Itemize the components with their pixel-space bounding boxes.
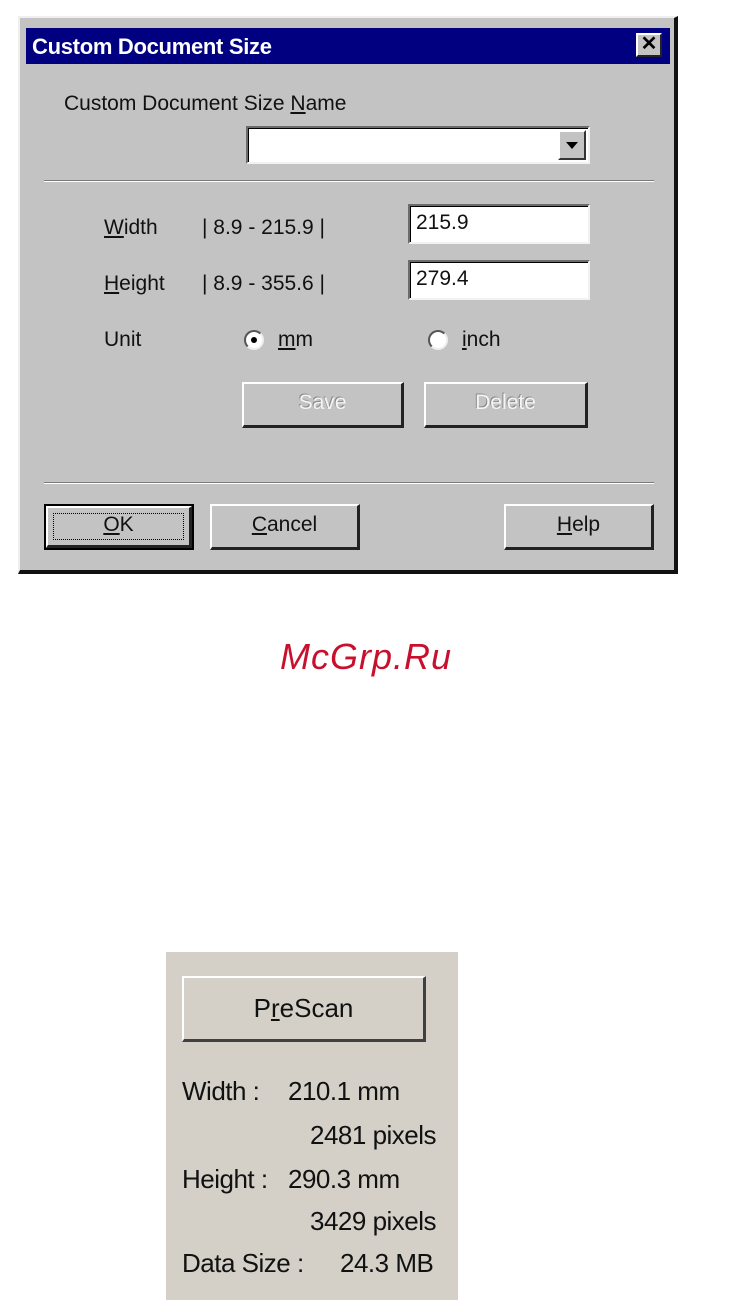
scan-width-pixels: 2481 pixels [310, 1120, 437, 1150]
width-value: 215.9 [416, 211, 469, 234]
scan-width-mm: 210.1 mm [288, 1076, 400, 1106]
scan-width-label: Width : [182, 1076, 260, 1106]
height-input[interactable]: 279.4 [408, 260, 590, 300]
document-name-combobox[interactable] [246, 126, 590, 164]
scan-info-panel: PreScan Width : 210.1 mm 2481 pixels Hei… [166, 952, 458, 1300]
width-range: | 8.9 - 215.9 | [202, 216, 325, 239]
title-bar[interactable]: Custom Document Size ✕ [26, 28, 670, 64]
scan-height-pixels: 3429 pixels [310, 1206, 437, 1236]
save-button[interactable]: Save [242, 382, 404, 428]
data-size-value: 24.3 MB [340, 1248, 434, 1278]
unit-inch-label[interactable]: inch [462, 328, 501, 352]
scan-height-mm: 290.3 mm [288, 1164, 400, 1194]
close-button[interactable]: ✕ [636, 33, 662, 57]
unit-inch-radio[interactable] [428, 330, 448, 350]
height-label: Height [104, 272, 165, 295]
unit-label: Unit [104, 328, 142, 351]
ok-button[interactable]: OK [44, 504, 194, 550]
separator-top [44, 180, 654, 182]
width-input[interactable]: 215.9 [408, 204, 590, 244]
delete-button[interactable]: Delete [424, 382, 588, 428]
watermark-text: McGrp.Ru [280, 636, 453, 677]
width-label: Width [104, 216, 158, 239]
close-icon: ✕ [640, 33, 658, 55]
unit-mm-label[interactable]: mm [278, 328, 313, 352]
height-value: 279.4 [416, 267, 469, 290]
cancel-button[interactable]: Cancel [210, 504, 360, 550]
dialog-title: Custom Document Size [32, 34, 272, 59]
separator-bottom [44, 482, 654, 484]
prescan-button[interactable]: PreScan [182, 976, 426, 1042]
scan-height-label: Height : [182, 1164, 268, 1194]
height-range: | 8.9 - 355.6 | [202, 272, 325, 295]
custom-document-size-dialog: Custom Document Size ✕ Custom Document S… [18, 16, 678, 574]
data-size-label: Data Size : [182, 1248, 304, 1278]
unit-mm-radio[interactable] [244, 330, 264, 350]
document-name-label: Custom Document Size Name [64, 92, 347, 115]
chevron-down-icon[interactable] [558, 130, 586, 160]
help-button[interactable]: Help [504, 504, 654, 550]
